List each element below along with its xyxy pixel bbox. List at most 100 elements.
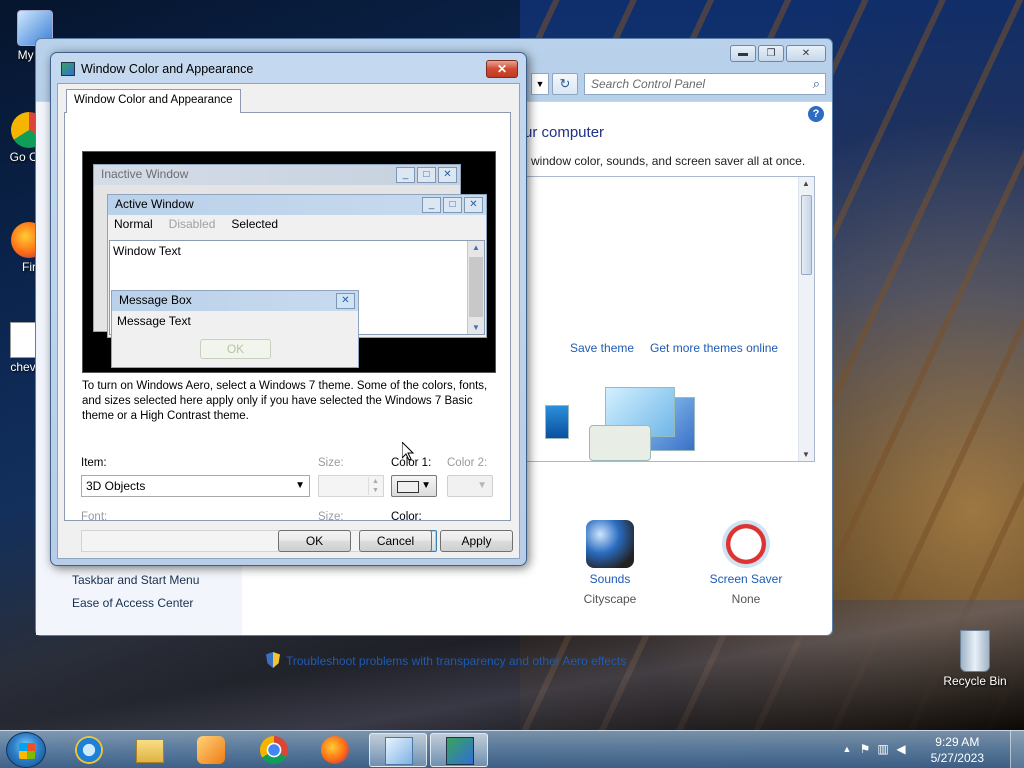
search-icon[interactable]: ⌕: [813, 76, 820, 92]
scroll-down-icon[interactable]: ▼: [802, 450, 810, 459]
message-box-caption-buttons: ✕: [336, 293, 355, 309]
taskbar-internet-explorer[interactable]: [60, 733, 118, 767]
windows-logo-icon: [19, 743, 35, 759]
screen-saver-item[interactable]: Screen Saver None: [702, 520, 790, 606]
cancel-button[interactable]: Cancel: [359, 530, 432, 552]
scroll-thumb[interactable]: [801, 195, 812, 275]
control-panel-icon: [385, 737, 413, 765]
taskbar-media-player[interactable]: [182, 733, 240, 767]
font-color-label: Color:: [391, 511, 422, 523]
apply-button[interactable]: Apply: [440, 530, 513, 552]
theme-list-scrollbar[interactable]: ▲ ▼: [798, 177, 814, 461]
volume-muted-icon[interactable]: ◀: [894, 742, 908, 756]
minimize-icon: _: [422, 197, 441, 213]
save-theme-link[interactable]: Save theme: [570, 341, 634, 355]
window-color-dialog: Window Color and Appearance ✕ Window Col…: [50, 52, 527, 566]
font-dropdown[interactable]: ▼: [81, 530, 310, 552]
color2-picker[interactable]: ▼: [447, 475, 493, 497]
screen-saver-title[interactable]: Screen Saver: [702, 572, 790, 586]
aero-description: To turn on Windows Aero, select a Window…: [82, 380, 488, 422]
sidebar-link-ease-of-access[interactable]: Ease of Access Center: [72, 596, 193, 610]
item-dropdown-value: 3D Objects: [86, 479, 146, 493]
show-desktop-button[interactable]: [1010, 731, 1024, 768]
appearance-icon: [61, 62, 75, 76]
refresh-icon[interactable]: ↻: [552, 73, 578, 95]
address-dropdown-icon[interactable]: ▼: [531, 73, 549, 95]
theme-list[interactable]: Save theme Get more themes online ▲ ▼: [524, 176, 815, 462]
search-placeholder: Search Control Panel: [591, 77, 706, 91]
minimize-button[interactable]: ▬: [730, 45, 756, 62]
taskbar-firefox[interactable]: [306, 733, 364, 767]
troubleshoot-link[interactable]: Troubleshoot problems with transparency …: [266, 652, 626, 668]
item-label: Item:: [81, 457, 107, 469]
preview-scrollbar: ▲ ▼: [467, 241, 484, 334]
taskbar-file-explorer[interactable]: [121, 733, 179, 767]
chrome-icon: [260, 736, 288, 764]
dialog-close-button[interactable]: ✕: [486, 60, 518, 78]
desktop-icon-recycle-bin[interactable]: Recycle Bin: [940, 630, 1010, 688]
close-icon: ✕: [464, 197, 483, 213]
search-input[interactable]: Search Control Panel ⌕: [584, 73, 826, 95]
action-center-flag-icon[interactable]: ⚑: [858, 742, 872, 756]
clock[interactable]: 9:29 AM 5/27/2023: [931, 734, 984, 766]
tab-window-color[interactable]: Window Color and Appearance: [66, 89, 241, 113]
item-dropdown[interactable]: 3D Objects ▼: [81, 475, 310, 497]
theme-thumbnails[interactable]: [545, 377, 695, 461]
menu-disabled: Disabled: [168, 217, 216, 231]
message-box-title: Message Box: [112, 291, 358, 311]
taskbar: ▲ ⚑ ▥ ◀ 9:29 AM 5/27/2023: [0, 730, 1024, 768]
clock-date: 5/27/2023: [930, 751, 984, 765]
taskbar-chrome[interactable]: [245, 733, 303, 767]
sounds-title[interactable]: Sounds: [566, 572, 654, 586]
color1-picker[interactable]: ▼: [391, 475, 437, 497]
ok-button[interactable]: OK: [278, 530, 351, 552]
maximize-icon: □: [417, 167, 436, 183]
taskbar-control-panel[interactable]: [369, 733, 427, 767]
shield-icon: [266, 652, 280, 668]
desktop-icon-label: Recycle Bin: [943, 674, 1007, 688]
font-size-label: Size:: [318, 511, 344, 523]
inactive-caption-buttons: _ □ ✕: [396, 167, 457, 183]
document-icon: [10, 322, 36, 358]
spinner-arrows-icon[interactable]: ▲ ▼: [368, 477, 382, 495]
start-button[interactable]: [6, 732, 46, 768]
window-text-label: Window Text: [113, 244, 181, 258]
close-icon: ✕: [336, 293, 355, 309]
theme-thumbnail: [589, 425, 651, 461]
help-icon[interactable]: ?: [808, 106, 824, 122]
close-icon: ✕: [438, 167, 457, 183]
show-hidden-icons-icon[interactable]: ▲: [840, 742, 854, 756]
scroll-up-icon[interactable]: ▲: [802, 179, 810, 188]
close-button[interactable]: ✕: [786, 45, 826, 62]
maximize-button[interactable]: ❐: [758, 45, 784, 62]
menu-normal: Normal: [114, 217, 153, 231]
sounds-value: Cityscape: [583, 592, 637, 606]
clock-time: 9:29 AM: [935, 735, 980, 749]
appearance-preview[interactable]: Inactive Window _ □ ✕ Active Window _ □ …: [82, 151, 496, 373]
tab-page: Inactive Window _ □ ✕ Active Window _ □ …: [64, 112, 511, 552]
page-heading: ur computer: [524, 124, 605, 141]
sounds-item[interactable]: Sounds Cityscape: [566, 520, 654, 606]
troubleshoot-link-label: Troubleshoot problems with transparency …: [286, 654, 627, 668]
dialog-title: Window Color and Appearance: [81, 62, 254, 76]
media-player-icon: [197, 736, 225, 764]
maximize-icon: □: [443, 197, 462, 213]
taskbar-window-color[interactable]: [430, 733, 488, 767]
appearance-icon: [446, 737, 474, 765]
scroll-down-icon: ▼: [472, 323, 480, 332]
chevron-down-icon: ▼: [477, 480, 487, 491]
scroll-thumb: [469, 257, 483, 317]
window-caption-buttons: ▬ ❐ ✕: [730, 45, 826, 62]
screen-saver-icon: [722, 520, 770, 568]
get-more-themes-link[interactable]: Get more themes online: [650, 341, 778, 355]
preview-message-box: Message Box ✕ Message Text OK: [111, 290, 359, 368]
network-icon[interactable]: ▥: [876, 742, 890, 756]
chevron-down-icon: ▼: [295, 480, 305, 491]
menu-selected: Selected: [231, 217, 279, 231]
internet-explorer-icon: [75, 736, 103, 764]
active-caption-buttons: _ □ ✕: [422, 197, 483, 213]
font-label: Font:: [81, 511, 108, 523]
sidebar-link-taskbar[interactable]: Taskbar and Start Menu: [72, 573, 199, 587]
minimize-icon: _: [396, 167, 415, 183]
size-spinner[interactable]: ▲ ▼: [318, 475, 384, 497]
